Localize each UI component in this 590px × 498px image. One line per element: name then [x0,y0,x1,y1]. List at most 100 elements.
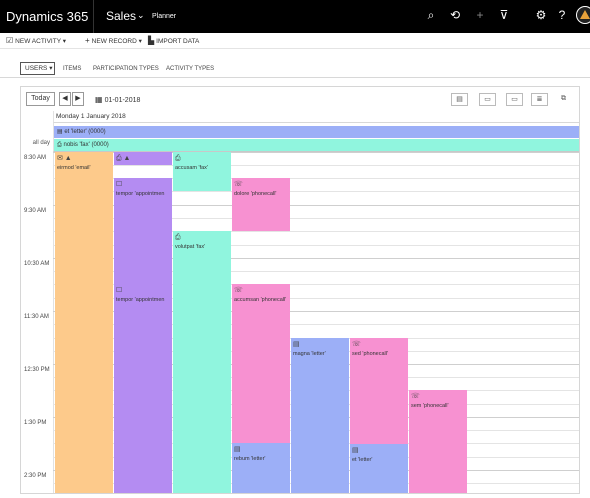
next-day-button[interactable]: ▶ [72,92,84,106]
event-title: sed 'phonecall' [352,351,389,357]
allday-event-title: et 'letter' (0000) [64,129,106,135]
gridline [53,165,579,166]
letter-icon: ▤ [57,129,63,135]
filter-tab-participation-types[interactable]: PARTICIPATION TYPES [93,66,159,72]
event-phonecall[interactable]: ☏ sed 'phonecall' [350,338,408,444]
phone-icon: ☏ [234,287,243,294]
new-record-label: NEW RECORD [91,38,137,45]
allday-label: all day [32,140,50,146]
phone-icon: ☏ [411,393,420,400]
event-title: accumsan 'phonecall' [234,297,287,303]
phone-icon: ☏ [352,341,361,348]
calendar-icon: ▦ [95,95,103,104]
list-view-icon: ≣ [536,96,543,103]
users-dropdown[interactable]: USERS ▾ [20,62,55,75]
event-title: magna 'letter' [293,351,326,357]
fax-icon: ⎙ ▲ [116,155,131,162]
event-title: dolore 'phonecall' [234,191,277,197]
event-title: et 'letter' [352,457,373,463]
time-label: 10:30 AM [24,261,50,267]
event-letter[interactable]: ▤ rebum 'letter' [232,443,290,493]
allday-event[interactable]: ▤ et 'letter' (0000) [54,126,579,138]
event-phonecall[interactable]: ☏ sem 'phonecall' [409,390,467,493]
view-day-button[interactable]: ▤ [451,93,468,106]
appointment-icon: ☐ [116,287,123,294]
new-record-button[interactable]: + NEW RECORD ▾ [85,36,142,45]
date-value: 01-01-2018 [104,97,141,104]
view-timeline-button[interactable]: ⧉ [555,93,572,106]
time-label: 11:30 AM [24,314,49,320]
advanced-filter-icon[interactable]: ⊽ [496,8,512,22]
event-fax[interactable]: ⎙ volutpat 'fax' [173,231,231,493]
letter-icon: ▤ [352,447,359,454]
time-label: 8:30 AM [24,155,47,161]
nav-divider [93,0,94,33]
filter-tab-items[interactable]: ITEMS [63,66,81,72]
recent-icon[interactable]: ⟲ [447,8,463,22]
caret-down-icon: ▾ [138,38,142,45]
import-icon: ▙ [148,36,155,45]
top-nav-bar: Dynamics 365 Sales ⌄ Planner ⌕ ⟲ + ⊽ ⚙ ? [0,0,590,33]
filter-bar: USERS ▾ ITEMS PARTICIPATION TYPES ACTIVI… [0,58,590,78]
event-title: eirmod 'email' [57,165,91,171]
event-title: tempor 'appointmen [116,191,165,197]
fax-icon: ⎙ [175,234,181,241]
appointment-icon: ☐ [116,181,123,188]
user-avatar[interactable] [576,6,590,24]
view-week-button[interactable]: ▭ [479,93,496,106]
event-appointment[interactable]: ☐ tempor 'appointmen [114,178,172,284]
event-title: rebum 'letter' [234,456,266,462]
event-letter[interactable]: ▤ magna 'letter' [291,338,349,493]
view-list-button[interactable]: ≣ [531,93,548,106]
event-fax[interactable]: ⎙ accusam 'fax' [173,152,231,191]
event-email[interactable]: ✉ ▲ eirmod 'email' [55,152,113,493]
phone-icon: ☏ [234,181,243,188]
previous-day-button[interactable]: ◀ [59,92,71,106]
date-picker[interactable]: ▦ 01-01-2018 [95,95,140,104]
new-activity-icon: ☑ [6,36,14,45]
month-view-icon: ▭ [511,96,518,103]
event-fax[interactable]: ⎙ ▲ [114,152,172,165]
letter-icon: ▤ [293,341,300,348]
new-plus-icon[interactable]: + [472,8,488,22]
view-month-button[interactable]: ▭ [506,93,523,106]
help-icon[interactable]: ? [554,8,570,22]
import-data-button[interactable]: ▙ IMPORT DATA [148,36,199,45]
settings-gear-icon[interactable]: ⚙ [533,8,549,22]
command-bar: ☑ NEW ACTIVITY ▾ + NEW RECORD ▾ ▙ IMPORT DA… [0,33,590,49]
email-icon: ✉ ▲ [57,155,72,162]
event-title: sem 'phonecall' [411,403,449,409]
event-title: volutpat 'fax' [175,244,206,250]
app-chevron-down-icon[interactable]: ⌄ [137,10,145,21]
fax-icon: ⎙ [175,155,181,162]
event-title: tempor 'appointmen [116,297,165,303]
event-letter[interactable]: ▤ et 'letter' [350,444,408,493]
app-name[interactable]: Sales [106,9,136,23]
day-header: Monday 1 January 2018 [53,111,579,123]
day-view-icon: ▤ [456,96,463,103]
area-name[interactable]: Planner [152,13,176,20]
calendar-panel: Today ◀ ▶ ▦ 01-01-2018 ▤ ▭ ▭ ≣ ⧉ Monday 1… [20,86,580,494]
users-label: USERS [25,65,48,72]
time-grid[interactable]: 8:30 AM 9:30 AM 10:30 AM 11:30 AM 12:30 … [21,152,579,493]
filter-tab-activity-types[interactable]: ACTIVITY TYPES [166,66,214,72]
letter-icon: ▤ [234,446,241,453]
today-button[interactable]: Today [26,92,55,106]
time-label: 12:30 PM [24,367,50,373]
timeline-view-icon: ⧉ [561,95,566,102]
search-icon[interactable]: ⌕ [423,8,439,23]
fax-icon: ⎙ [57,142,62,148]
brand-title[interactable]: Dynamics 365 [6,9,88,24]
allday-event[interactable]: ⎙ nobis 'fax' (0000) [54,139,579,151]
new-activity-button[interactable]: ☑ NEW ACTIVITY ▾ [6,36,66,45]
week-view-icon: ▭ [484,96,491,103]
new-activity-label: NEW ACTIVITY [15,38,61,45]
event-phonecall[interactable]: ☏ accumsan 'phonecall' [232,284,290,443]
event-title: accusam 'fax' [175,165,208,171]
time-label: 2:30 PM [24,473,47,479]
plus-icon: + [85,36,90,45]
allday-event-title: nobis 'fax' (0000) [63,142,109,148]
event-phonecall[interactable]: ☏ dolore 'phonecall' [232,178,290,231]
import-data-label: IMPORT DATA [156,38,200,45]
event-appointment[interactable]: ☐ tempor 'appointmen [114,284,172,493]
